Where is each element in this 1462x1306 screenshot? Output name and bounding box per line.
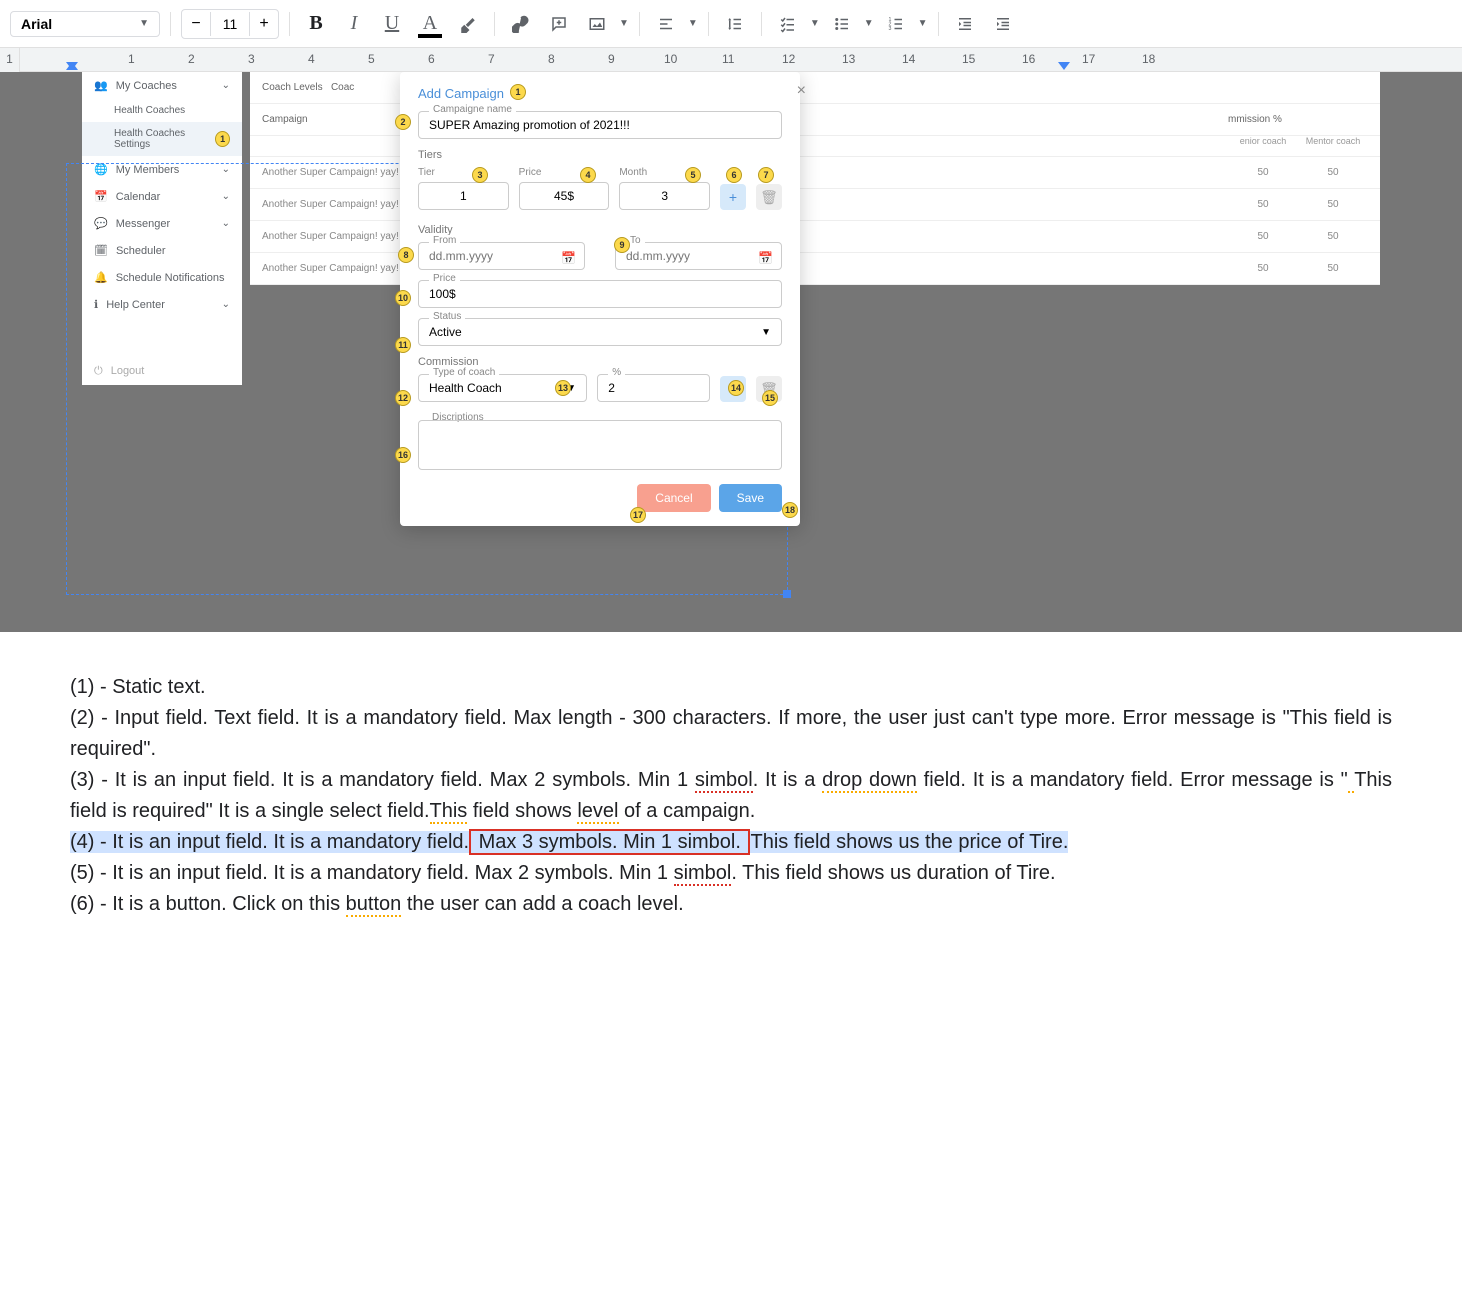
horizontal-ruler[interactable]: 1 2 3 4 5 6 7 8 9 10 11 12 13 14 15 16 1…: [20, 48, 1462, 72]
campaign-name-input[interactable]: [429, 118, 771, 132]
toolbar: Arial ▼ − 11 + B I U A ▼ ▼ ▼ ▼ 123 ▼: [0, 0, 1462, 48]
validity-label: Validity: [418, 224, 782, 236]
from-date-input[interactable]: [429, 249, 574, 263]
resize-handle[interactable]: [783, 590, 791, 598]
paragraph: (5) - It is an input field. It is a mand…: [70, 858, 1392, 889]
paragraph: (4) - It is an input field. It is a mand…: [70, 827, 1392, 858]
type-coach-select[interactable]: Health Coach: [429, 381, 502, 395]
cancel-button[interactable]: Cancel: [637, 484, 710, 512]
align-button[interactable]: [650, 8, 682, 40]
insert-link-button[interactable]: [505, 8, 537, 40]
campaign-name-field[interactable]: Campaigne name: [418, 111, 782, 139]
add-comment-button[interactable]: [543, 8, 575, 40]
divider: [170, 12, 171, 36]
to-date-input[interactable]: [626, 249, 771, 263]
line-spacing-button[interactable]: [719, 8, 751, 40]
ruler-row: 1 1 2 3 4 5 6 7 8 9 10 11 12 13 14 15 16…: [0, 48, 1462, 72]
bold-button[interactable]: B: [300, 8, 332, 40]
paragraph: (2) - Input field. Text field. It is a m…: [70, 703, 1392, 765]
annotation-marker: 10: [395, 290, 411, 306]
divider: [708, 12, 709, 36]
close-icon[interactable]: ×: [797, 82, 806, 100]
annotation-marker: 16: [395, 447, 411, 463]
annotation-marker: 18: [782, 502, 798, 518]
price-field[interactable]: Price: [418, 280, 782, 308]
save-button[interactable]: Save: [719, 484, 782, 512]
increase-indent-button[interactable]: [987, 8, 1019, 40]
decrease-font-button[interactable]: −: [182, 10, 210, 38]
chevron-down-icon: ▼: [139, 18, 149, 29]
paragraph: (6) - It is a button. Click on this butt…: [70, 889, 1392, 920]
document-canvas: 👥My Coaches⌄ Health Coaches Health Coach…: [0, 72, 1462, 960]
font-name: Arial: [21, 16, 52, 32]
annotation-marker: 12: [395, 390, 411, 406]
annotation-marker: 14: [728, 380, 744, 396]
chevron-down-icon[interactable]: ▼: [761, 327, 771, 338]
font-family-select[interactable]: Arial ▼: [10, 11, 160, 37]
annotation-marker: 6: [726, 167, 742, 183]
annotation-marker: 2: [395, 114, 411, 130]
paragraph: (1) - Static text.: [70, 672, 1392, 703]
add-tier-button[interactable]: +: [720, 184, 746, 210]
chevron-down-icon[interactable]: ▼: [688, 18, 698, 29]
font-size-group: − 11 +: [181, 9, 279, 39]
annotation-marker: 9: [614, 237, 630, 253]
status-field[interactable]: Status Active ▼: [418, 318, 782, 346]
tier-input[interactable]: [418, 182, 509, 210]
bullet-list-button[interactable]: [826, 8, 858, 40]
annotation-marker: 4: [580, 167, 596, 183]
italic-button[interactable]: I: [338, 8, 370, 40]
annotation-marker: 8: [398, 247, 414, 263]
divider: [289, 12, 290, 36]
app-sidebar: 👥My Coaches⌄ Health Coaches Health Coach…: [82, 72, 242, 385]
increase-font-button[interactable]: +: [250, 10, 278, 38]
percent-input[interactable]: [608, 381, 699, 395]
embedded-image[interactable]: 👥My Coaches⌄ Health Coaches Health Coach…: [0, 72, 1462, 632]
paragraph: (3) - It is an input field. It is a mand…: [70, 765, 1392, 827]
annotation-marker: 1: [510, 84, 526, 100]
tier-month-input[interactable]: [619, 182, 710, 210]
numbered-list-button[interactable]: 123: [880, 8, 912, 40]
document-body[interactable]: (1) - Static text. (2) - Input field. Te…: [0, 632, 1462, 960]
calendar-icon[interactable]: 📅: [758, 251, 773, 265]
divider: [761, 12, 762, 36]
divider: [494, 12, 495, 36]
tiers-label: Tiers: [418, 149, 782, 161]
tier-price-input[interactable]: [519, 182, 610, 210]
text-color-button[interactable]: A: [414, 8, 446, 40]
svg-text:3: 3: [888, 26, 891, 32]
chevron-down-icon[interactable]: ▼: [918, 18, 928, 29]
annotation-marker: 5: [685, 167, 701, 183]
chevron-down-icon[interactable]: ▼: [810, 18, 820, 29]
vertical-ruler-origin: 1: [0, 48, 20, 72]
price-input[interactable]: [429, 287, 771, 301]
checklist-button[interactable]: [772, 8, 804, 40]
annotation-marker: 15: [762, 390, 778, 406]
calendar-icon[interactable]: 📅: [561, 251, 576, 265]
chevron-down-icon[interactable]: ▼: [864, 18, 874, 29]
divider: [639, 12, 640, 36]
annotation-marker: 11: [395, 337, 411, 353]
annotation-marker: 3: [472, 167, 488, 183]
underline-button[interactable]: U: [376, 8, 408, 40]
insert-image-button[interactable]: [581, 8, 613, 40]
right-indent-marker[interactable]: [1058, 62, 1070, 70]
annotation-marker: 17: [630, 507, 646, 523]
font-size-value[interactable]: 11: [210, 12, 250, 36]
description-textarea[interactable]: [418, 420, 782, 470]
divider: [938, 12, 939, 36]
annotation-marker: 7: [758, 167, 774, 183]
delete-tier-button[interactable]: 🗑: [756, 184, 782, 210]
modal-title: Add Campaign: [418, 86, 782, 101]
first-line-indent-marker[interactable]: [66, 62, 78, 70]
chevron-down-icon[interactable]: ▼: [619, 18, 629, 29]
annotation-marker: 13: [555, 380, 571, 396]
decrease-indent-button[interactable]: [949, 8, 981, 40]
add-campaign-modal: × Add Campaign Campaigne name Tiers Tier…: [400, 72, 800, 526]
highlight-button[interactable]: [452, 8, 484, 40]
